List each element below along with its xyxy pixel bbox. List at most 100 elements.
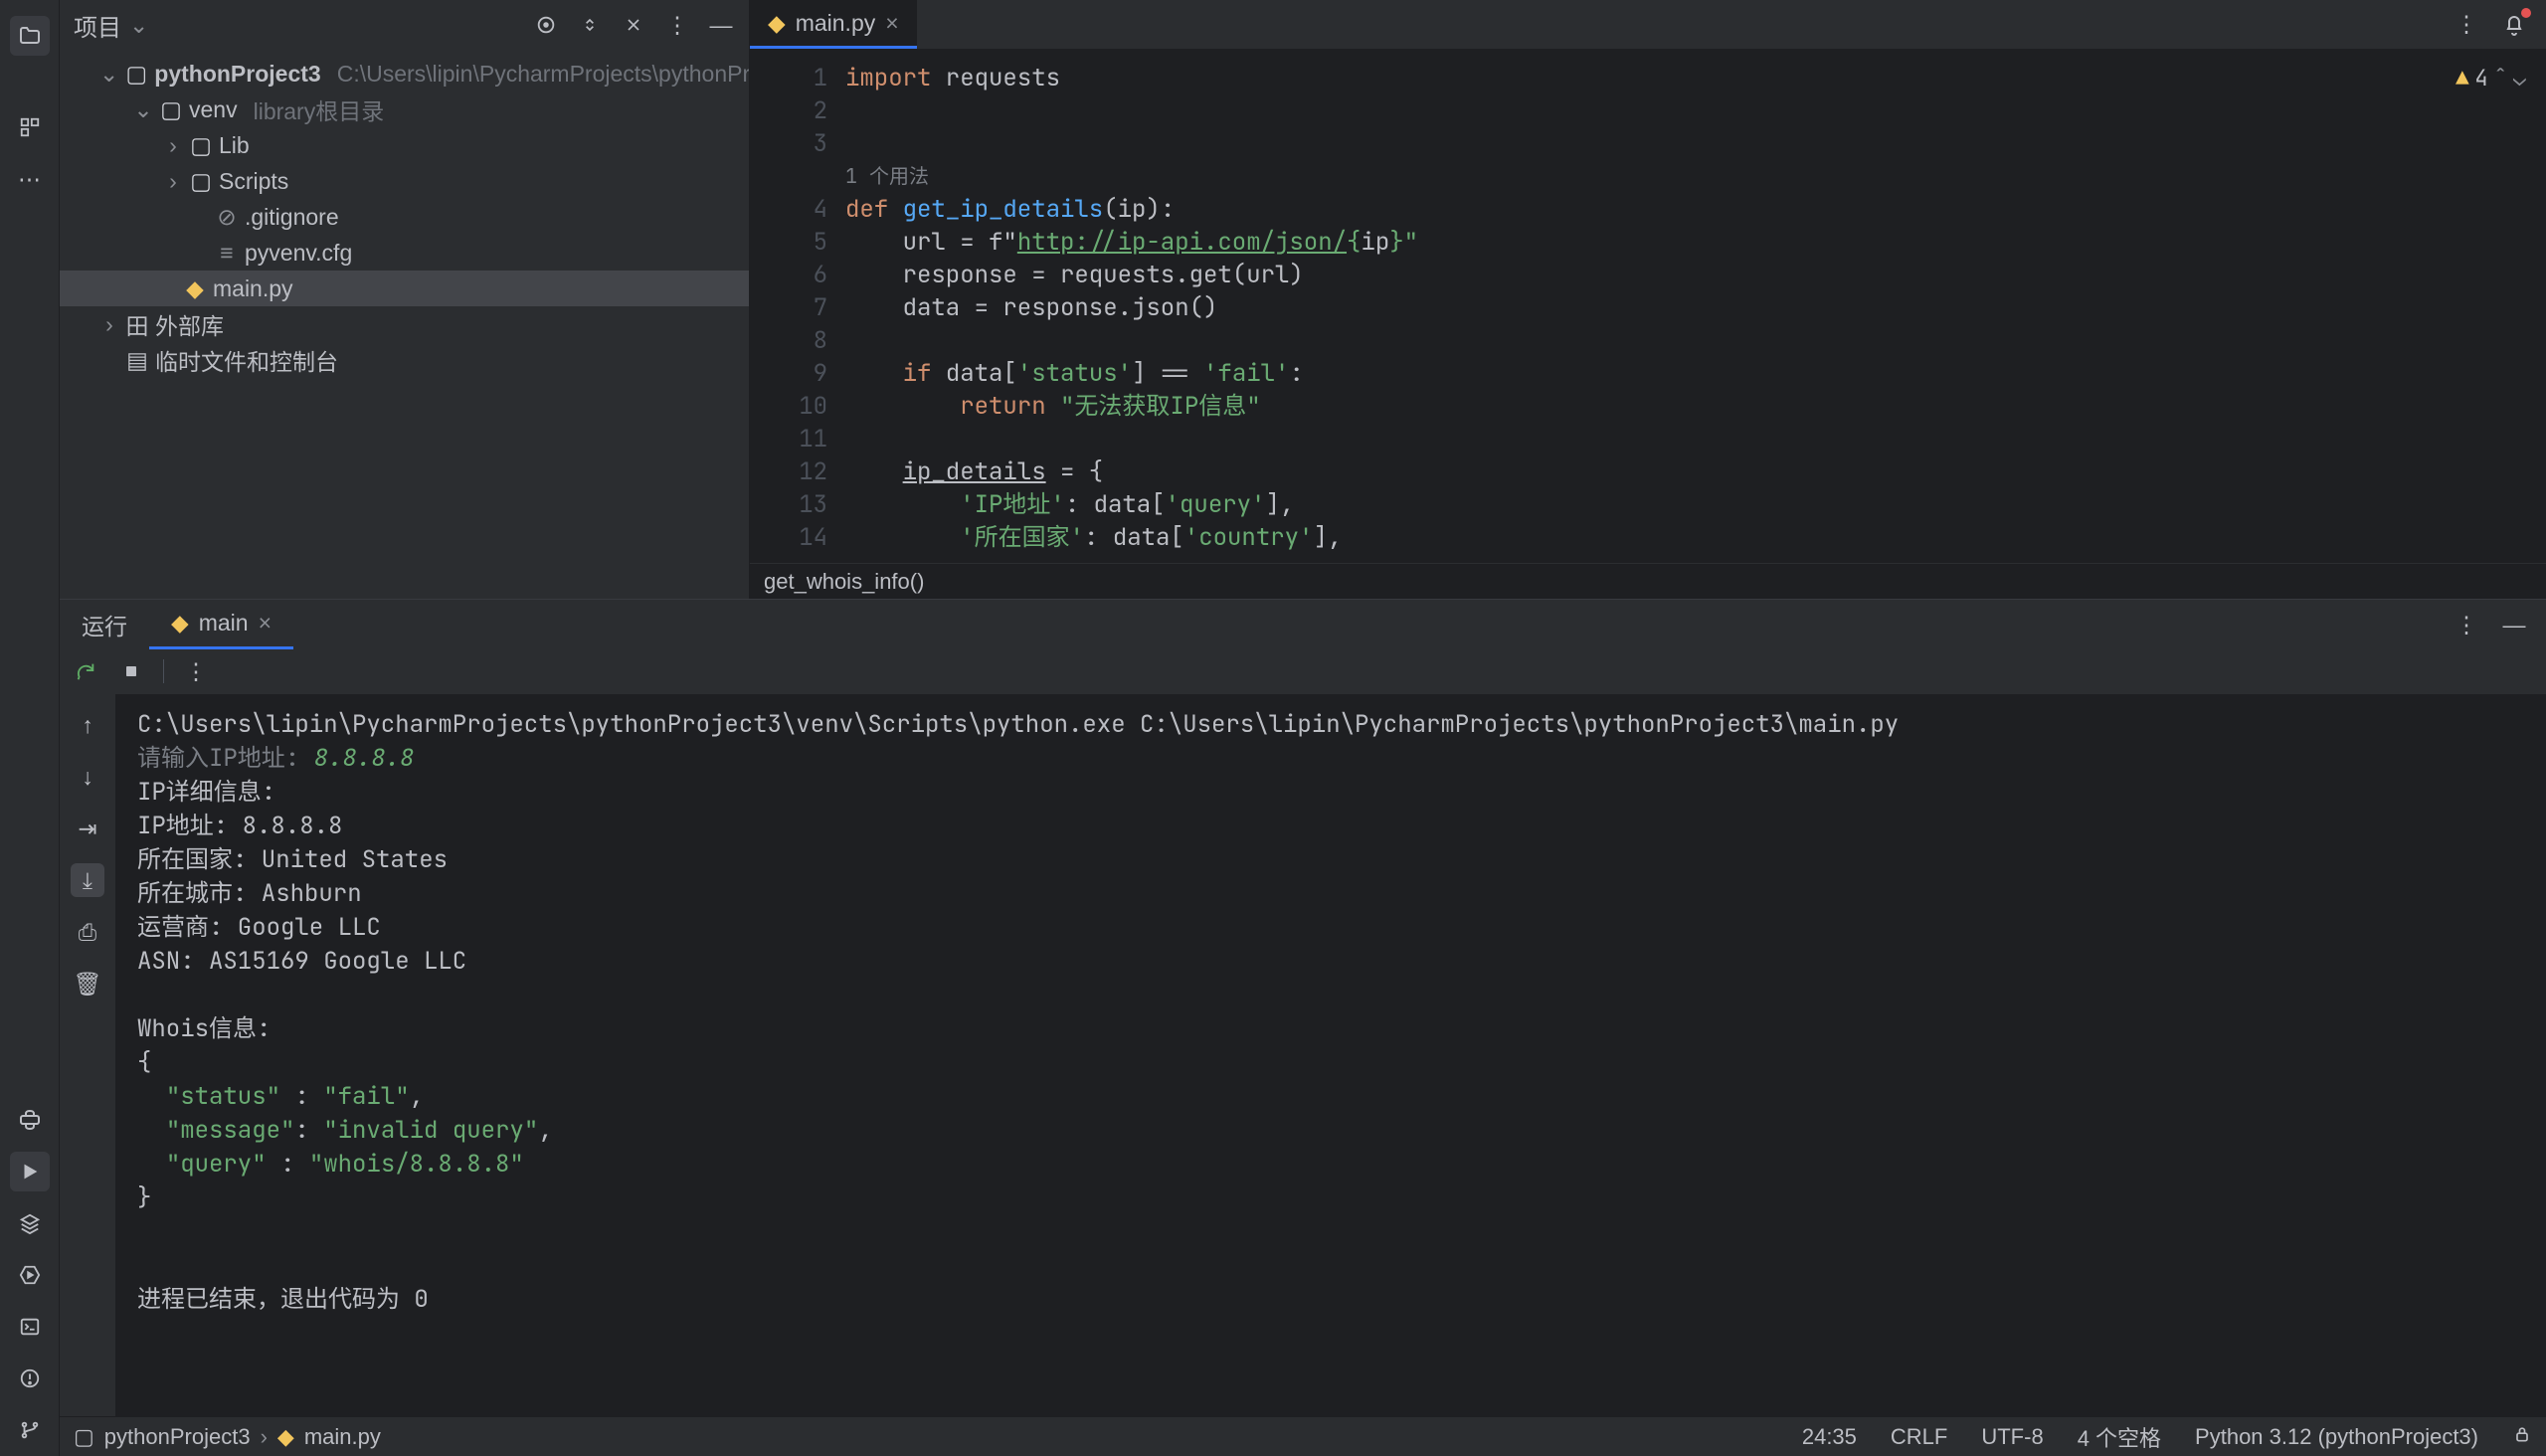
arrow-down-icon: ↓ <box>82 764 93 791</box>
hex-play-icon <box>19 1264 41 1286</box>
terminal-tool-button[interactable] <box>10 1307 50 1347</box>
services-tool-button[interactable] <box>10 1203 50 1243</box>
soft-wrap-button[interactable]: ⇥ <box>71 812 104 845</box>
tree-label: venv <box>189 96 238 123</box>
project-tool-button[interactable] <box>10 16 50 56</box>
hide-run-panel-icon[interactable]: — <box>2500 611 2528 638</box>
editor-options-icon[interactable]: ⋮ <box>2453 11 2480 39</box>
run-tool-window: 运行 ◆ main × ⋮ — <box>60 599 2546 1416</box>
stop-button[interactable] <box>117 657 145 685</box>
module-icon: ▢ <box>74 1424 94 1450</box>
tree-label: 临时文件和控制台 <box>155 343 338 377</box>
console-line: IP地址: 8.8.8.8 <box>137 810 2524 843</box>
scroll-to-end-button[interactable]: ⤓ <box>71 863 104 897</box>
up-stack-button[interactable]: ↑ <box>71 708 104 742</box>
ignored-file-icon: ⊘ <box>217 204 237 231</box>
tree-venv[interactable]: ⌄ ▢ venv library根目录 <box>60 91 749 127</box>
print-icon: ⎙ <box>79 919 96 946</box>
python-file-icon: ◆ <box>277 1424 294 1450</box>
status-file[interactable]: main.py <box>304 1424 381 1450</box>
console-line: IP详细信息: <box>137 776 2524 810</box>
inspection-widget[interactable]: ▲ 4 ˆ ⌄ <box>2455 62 2526 94</box>
tree-scripts[interactable]: › ▢ Scripts <box>60 163 749 199</box>
tree-external-libs[interactable]: › ⽥ 外部库 <box>60 306 749 342</box>
library-icon: ⽥ <box>127 307 147 341</box>
problems-tool-button[interactable] <box>10 1359 50 1398</box>
scratch-icon: ▤ <box>127 347 147 374</box>
status-indent[interactable]: 4 个空格 <box>2078 1421 2161 1453</box>
chevron-right-icon: › <box>163 168 183 195</box>
chevron-right-icon: › <box>163 132 183 159</box>
code-body[interactable]: import requests 1 个用法 def get_ip_details… <box>845 50 2546 563</box>
console-output[interactable]: C:\Users\lipin\PycharmProjects\pythonPro… <box>115 694 2546 1416</box>
down-stack-button[interactable]: ↓ <box>71 760 104 794</box>
tree-label: 外部库 <box>155 307 224 341</box>
chevron-down-icon[interactable]: ⌄ <box>2513 62 2526 94</box>
dropdown-chevron-icon[interactable]: ⌄ <box>129 12 148 39</box>
notifications-button[interactable] <box>2500 11 2528 39</box>
console-line: Whois信息: <box>137 1012 2524 1046</box>
code-editor[interactable]: 1234567891011121314 import requests 1 个用… <box>750 50 2546 563</box>
layers-icon <box>19 1212 41 1234</box>
status-interpreter[interactable]: Python 3.12 (pythonProject3) <box>2195 1424 2478 1450</box>
status-bar: ▢ pythonProject3 › ◆ main.py 24:35 CRLF … <box>60 1416 2546 1456</box>
gutter: 1234567891011121314 <box>750 50 845 563</box>
editor-tab-bar: ◆ main.py × ⋮ <box>750 0 2546 50</box>
status-lock-icon[interactable] <box>2512 1424 2532 1450</box>
left-tool-strip: ⋯ <box>0 0 60 1456</box>
status-caret-pos[interactable]: 24:35 <box>1802 1424 1857 1450</box>
tree-pyvenv[interactable]: ≡ pyvenv.cfg <box>60 235 749 271</box>
play-icon <box>19 1161 41 1183</box>
structure-tool-button[interactable] <box>10 107 50 147</box>
editor-tab-main[interactable]: ◆ main.py × <box>750 0 917 49</box>
chevron-up-icon[interactable]: ˆ <box>2494 62 2507 94</box>
tree-gitignore[interactable]: ⊘ .gitignore <box>60 199 749 235</box>
tree-scratches[interactable]: ▤ 临时文件和控制台 <box>60 342 749 378</box>
breadcrumb-text: get_whois_info() <box>764 569 924 595</box>
expand-collapse-icon[interactable] <box>576 11 604 39</box>
python-console-button[interactable] <box>10 1100 50 1140</box>
locate-icon[interactable] <box>532 11 560 39</box>
lock-icon <box>2512 1424 2532 1444</box>
tree-project-root[interactable]: ⌄ ▢ pythonProject3 C:\Users\lipin\Pychar… <box>60 56 749 91</box>
warning-circle-icon <box>19 1367 41 1389</box>
blocks-icon <box>19 116 41 138</box>
tree-lib[interactable]: › ▢ Lib <box>60 127 749 163</box>
run-tab-main[interactable]: ◆ main × <box>149 600 293 649</box>
tree-label: main.py <box>213 275 293 302</box>
vcs-tool-button[interactable] <box>10 1410 50 1450</box>
ellipsis-icon: ⋯ <box>18 166 41 193</box>
collapse-all-icon[interactable] <box>620 11 647 39</box>
tree-main-py[interactable]: ◆ main.py <box>60 271 749 306</box>
console-line: } <box>137 1182 2524 1215</box>
run-more-icon[interactable]: ⋮ <box>182 657 210 685</box>
run-side-toolbar: ↑ ↓ ⇥ ⤓ ⎙ 🗑 <box>60 694 115 1416</box>
debug-tool-button[interactable] <box>10 1255 50 1295</box>
tree-label: Scripts <box>219 168 288 195</box>
run-options-icon[interactable]: ⋮ <box>2453 611 2480 638</box>
run-tool-button[interactable] <box>10 1152 50 1191</box>
more-tool-button[interactable]: ⋯ <box>10 159 50 199</box>
close-tab-icon[interactable]: × <box>259 610 272 637</box>
rerun-button[interactable] <box>72 657 99 685</box>
python-file-icon: ◆ <box>185 275 205 302</box>
panel-options-icon[interactable]: ⋮ <box>663 11 691 39</box>
trash-icon: 🗑 <box>73 971 101 998</box>
print-button[interactable]: ⎙ <box>71 915 104 949</box>
close-tab-icon[interactable]: × <box>885 10 898 37</box>
usages-hint[interactable]: 1 个用法 <box>845 160 2546 193</box>
hide-panel-icon[interactable]: — <box>707 11 735 39</box>
status-project[interactable]: pythonProject3 <box>104 1424 251 1450</box>
project-tree[interactable]: ⌄ ▢ pythonProject3 C:\Users\lipin\Pychar… <box>60 50 749 599</box>
clear-button[interactable]: 🗑 <box>71 967 104 1001</box>
tree-hint: library根目录 <box>254 92 385 126</box>
chevron-right-icon: › <box>99 311 119 338</box>
breadcrumb[interactable]: get_whois_info() <box>750 563 2546 599</box>
wrap-icon: ⇥ <box>78 816 96 842</box>
editor-area: ◆ main.py × ⋮ 1234 <box>750 0 2546 599</box>
folder-icon: ▢ <box>126 61 146 88</box>
notification-dot-icon <box>2521 8 2531 18</box>
status-encoding[interactable]: UTF-8 <box>1981 1424 2043 1450</box>
terminal-icon <box>19 1316 41 1338</box>
status-line-sep[interactable]: CRLF <box>1891 1424 1947 1450</box>
